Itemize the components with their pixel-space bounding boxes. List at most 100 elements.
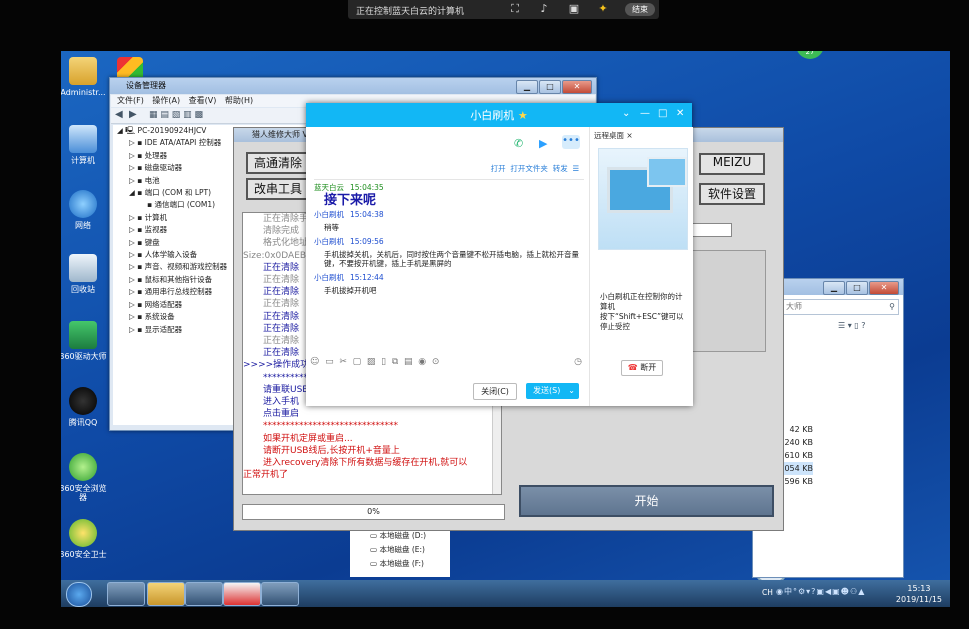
volume-icon[interactable]: ♪ [537, 2, 551, 16]
drive-item[interactable]: ▭ 本地磁盘 (F:) [350, 557, 450, 571]
option-field[interactable] [692, 223, 732, 237]
ime-indicator[interactable]: CH [762, 588, 773, 597]
taskbar-app-explorer[interactable] [147, 582, 185, 606]
maximize-button[interactable]: □ [846, 281, 868, 295]
qq-penguin-icon [69, 387, 97, 415]
toolbar-icon[interactable]: ▦ ▤ ▧ ▥ ▩ [149, 110, 203, 120]
meizu-button[interactable]: MEIZU [699, 153, 765, 175]
window-controls: ▁ □ ✕ [822, 280, 899, 295]
qualcomm-clear-button[interactable]: 高通清除 [246, 152, 310, 174]
menu-icon[interactable]: ☰ [572, 164, 579, 173]
notify-badge[interactable]: 27 [796, 51, 824, 59]
more-icon[interactable]: ⊙ [432, 357, 440, 367]
driver-icon [69, 321, 97, 349]
log-line: 如果开机定屏或重启... [263, 433, 353, 444]
close-icon[interactable]: ✕ [676, 108, 684, 119]
back-icon[interactable]: ◀ [115, 109, 123, 120]
tab-remote-desktop[interactable]: 远程桌面 × [594, 130, 633, 141]
open-link[interactable]: 打开 [491, 164, 506, 173]
minimize-icon[interactable]: — [640, 108, 650, 119]
input-box[interactable] [310, 373, 586, 374]
desktop-icon-360browser[interactable]: 360安全浏览器 [61, 453, 107, 502]
taskbar-app-tool[interactable] [185, 582, 223, 606]
forward-link[interactable]: 转发 [553, 164, 568, 173]
chat-area: ✆ ▶ ••• 打开 打开文件夹 转发 ☰ 蓝天白云 15:04:35 接下来呢 小白… [306, 127, 589, 406]
taskbar-app-3[interactable] [261, 582, 299, 606]
clock[interactable]: 15:13 2019/11/15 [896, 583, 942, 605]
hangup-icon: ☎ [627, 363, 638, 372]
message-text: 手机拔掉关机，关机后，同时按住两个音量键不松开插电脑，插上就松开音量键，不要按开… [324, 250, 579, 268]
message-header: 小白刷机 15:04:38 [314, 210, 384, 219]
log-line: 点击重启 [263, 409, 300, 420]
close-button[interactable]: ✕ [869, 281, 899, 295]
message-header: 小白刷机 15:09:56 [314, 237, 384, 246]
screen-icon[interactable]: ▯ [381, 357, 386, 367]
desktop-icon-qq[interactable]: 腾讯QQ [61, 387, 107, 427]
desktop-icon-computer[interactable]: 计算机 [61, 125, 107, 165]
image-icon[interactable]: ▨ [367, 357, 376, 367]
menu-file[interactable]: 文件(F) [117, 96, 144, 105]
maximize-icon[interactable]: □ [658, 108, 667, 119]
remote-control-bar: 正在控制蓝天白云的计算机 ⛶ ♪ ▣ ✦ 结束 [348, 0, 659, 19]
menu-help[interactable]: 帮助(H) [225, 96, 253, 105]
desktop-icon-360driver[interactable]: 360驱动大师 [61, 321, 107, 361]
shield-icon [69, 519, 97, 547]
end-button[interactable]: 结束 [625, 3, 655, 16]
audio-icon[interactable]: ◉ [418, 357, 426, 367]
window-controls: ▁ □ ✕ [515, 79, 592, 94]
maximize-button[interactable]: □ [539, 80, 561, 94]
video-icon[interactable]: ▶ [539, 137, 547, 150]
log-line: ****************************** [263, 421, 398, 432]
minimize-button[interactable]: ▁ [823, 281, 845, 295]
view-options-icon[interactable]: ☰ ▾ ▯ ? [838, 321, 865, 330]
desktop-icon-recycle[interactable]: 回收站 [61, 254, 107, 294]
gif-icon[interactable]: ▭ [325, 357, 334, 367]
serial-tool-button[interactable]: 改串工具 [246, 178, 310, 200]
settings-button[interactable]: 软件设置 [699, 183, 765, 205]
send-button[interactable]: 发送(S) ⌄ [526, 383, 579, 399]
log-line: 进入recovery清除下所有数据与缓存在开机,就可以 [263, 458, 468, 469]
desktop-icon-network[interactable]: 网络 [61, 190, 107, 230]
pin-icon[interactable]: ✦ [596, 2, 610, 16]
desktop-icon-360safe[interactable]: 360安全卫士 [61, 519, 107, 559]
monitor-icon [647, 157, 687, 187]
forward-icon[interactable]: ▶ [129, 109, 137, 120]
more-icon[interactable]: ••• [562, 135, 580, 149]
recycle-bin-icon [69, 254, 97, 282]
search-input[interactable]: 大师 ⚲ [783, 299, 899, 315]
emoji-icon[interactable]: ☺ [310, 357, 319, 367]
window-icon[interactable]: ▣ [567, 2, 581, 16]
message-text: 接下来呢 [324, 193, 377, 208]
calendar-icon[interactable]: ▤ [404, 357, 413, 367]
remote-desktop-illustration [598, 148, 688, 250]
drive-item[interactable]: ▭ 本地磁盘 (D:) [350, 529, 450, 543]
progress-label: 0% [367, 507, 380, 516]
folder-icon[interactable]: ▢ [353, 357, 362, 367]
computer-icon [69, 125, 97, 153]
drive-item[interactable]: ▭ 本地磁盘 (E:) [350, 543, 450, 557]
tray-icons[interactable]: ◉中°⚙▾?▣◀▣☻⚇▲ [776, 586, 865, 597]
desktop-icon-admin[interactable]: Administr... [61, 57, 107, 97]
minimize-button[interactable]: ▁ [516, 80, 538, 94]
taskbar-app-2[interactable] [223, 582, 261, 606]
qq-header: 小白刷机 ★ ⌄ — □ ✕ [306, 103, 692, 127]
scissors-icon[interactable]: ✂ [339, 357, 347, 367]
chevron-down-icon[interactable]: ⌄ [622, 108, 630, 119]
menu-view[interactable]: 查看(V) [189, 96, 217, 105]
progress-bar: 0% [242, 504, 505, 520]
phone-icon[interactable]: ✆ [514, 137, 523, 150]
history-icon[interactable]: ◷ [574, 357, 582, 367]
message-header: 小白刷机 15:12:44 [314, 273, 384, 282]
start-orb-icon[interactable] [66, 582, 92, 607]
copy-icon[interactable]: ⧉ [392, 357, 398, 367]
file-actions: 打开 打开文件夹 转发 ☰ [314, 163, 584, 180]
browser-icon [69, 453, 97, 481]
close-button[interactable]: ✕ [562, 80, 592, 94]
open-folder-link[interactable]: 打开文件夹 [510, 164, 548, 173]
taskbar-app-flash[interactable] [107, 582, 145, 606]
start-button[interactable]: 开始 [519, 485, 774, 517]
disconnect-button[interactable]: ☎ 断开 [621, 360, 663, 376]
close-chat-button[interactable]: 关闭(C) [473, 383, 517, 400]
fullscreen-icon[interactable]: ⛶ [508, 2, 522, 16]
menu-action[interactable]: 操作(A) [152, 96, 180, 105]
